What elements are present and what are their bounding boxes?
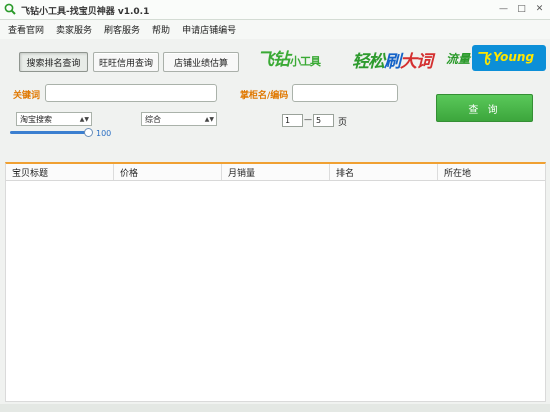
sort-type-select[interactable]: 综合 ▲▼ bbox=[141, 112, 217, 126]
search-type-value: 淘宝搜索 bbox=[20, 114, 52, 124]
brand-traffic-logo: 流量 飞 Young bbox=[446, 45, 546, 71]
minimize-button[interactable]: — bbox=[496, 2, 511, 16]
young-badge-char: 飞 bbox=[475, 50, 491, 68]
app-logo-icon bbox=[4, 3, 16, 15]
menu-seller-service[interactable]: 卖家服务 bbox=[56, 23, 92, 36]
traffic-text: 流量 bbox=[446, 52, 471, 66]
young-badge: 飞 Young bbox=[472, 45, 546, 71]
count-slider-thumb[interactable] bbox=[84, 128, 93, 137]
window-controls: — □ ✕ bbox=[496, 2, 547, 16]
young-badge-text: Young bbox=[493, 50, 535, 64]
menu-official-site[interactable]: 查看官网 bbox=[8, 23, 44, 36]
column-header-location[interactable]: 所在地 bbox=[438, 164, 545, 180]
title-bar: 飞钻小工具-找宝贝神器 v1.0.1 — □ ✕ bbox=[0, 0, 550, 20]
slogan-part-c: 大词 bbox=[400, 52, 433, 72]
slogan-part-a: 轻松 bbox=[352, 52, 385, 72]
page-unit-label: 页 bbox=[338, 118, 348, 128]
sort-type-value: 综合 bbox=[145, 114, 161, 124]
brand-logo-feizuan: 飞钻小工具 bbox=[257, 45, 321, 70]
page-separator: — bbox=[304, 115, 312, 124]
updown-icon: ▲▼ bbox=[204, 115, 214, 123]
menu-brush-service[interactable]: 刷客服务 bbox=[104, 23, 140, 36]
shop-input[interactable] bbox=[292, 84, 398, 102]
keyword-input[interactable] bbox=[45, 84, 217, 102]
page-to-input[interactable]: 5 bbox=[313, 114, 334, 127]
updown-icon: ▲▼ bbox=[79, 115, 89, 123]
results-table: 宝贝标题 价格 月销量 排名 所在地 bbox=[5, 162, 546, 402]
tab-shop-performance[interactable]: 店铺业绩估算 bbox=[163, 52, 239, 72]
maximize-button[interactable]: □ bbox=[514, 2, 529, 16]
tab-search-ranking[interactable]: 搜索排名查询 bbox=[19, 52, 88, 72]
page-from-input[interactable]: 1 bbox=[282, 114, 303, 127]
tab-wangwang-credit[interactable]: 旺旺信用查询 bbox=[93, 52, 159, 72]
query-button[interactable]: 查 询 bbox=[436, 94, 533, 122]
brand-slogan: 轻松刷大词 bbox=[352, 47, 433, 72]
column-header-monthly-sales[interactable]: 月销量 bbox=[222, 164, 330, 180]
close-button[interactable]: ✕ bbox=[532, 2, 547, 16]
brand-main-text: 飞钻 bbox=[257, 50, 290, 70]
slogan-part-b: 刷 bbox=[384, 52, 401, 72]
menu-apply-shop-id[interactable]: 申请店铺编号 bbox=[182, 23, 236, 36]
window-title: 飞钻小工具-找宝贝神器 v1.0.1 bbox=[21, 7, 150, 17]
shop-label: 掌柜名/编码 bbox=[240, 91, 289, 101]
menu-help[interactable]: 帮助 bbox=[152, 23, 170, 36]
column-header-title[interactable]: 宝贝标题 bbox=[6, 164, 114, 180]
keyword-label: 关键词 bbox=[13, 91, 41, 101]
column-header-price[interactable]: 价格 bbox=[114, 164, 222, 180]
search-type-select[interactable]: 淘宝搜索 ▲▼ bbox=[16, 112, 92, 126]
brand-small-text: 小工具 bbox=[290, 55, 321, 68]
table-header: 宝贝标题 价格 月销量 排名 所在地 bbox=[6, 164, 545, 181]
menu-bar: 查看官网 卖家服务 刷客服务 帮助 申请店铺编号 bbox=[0, 20, 550, 39]
status-bar bbox=[0, 404, 550, 412]
column-header-rank[interactable]: 排名 bbox=[330, 164, 438, 180]
count-slider-value: 100 bbox=[96, 129, 112, 138]
count-slider-track[interactable] bbox=[10, 131, 89, 134]
